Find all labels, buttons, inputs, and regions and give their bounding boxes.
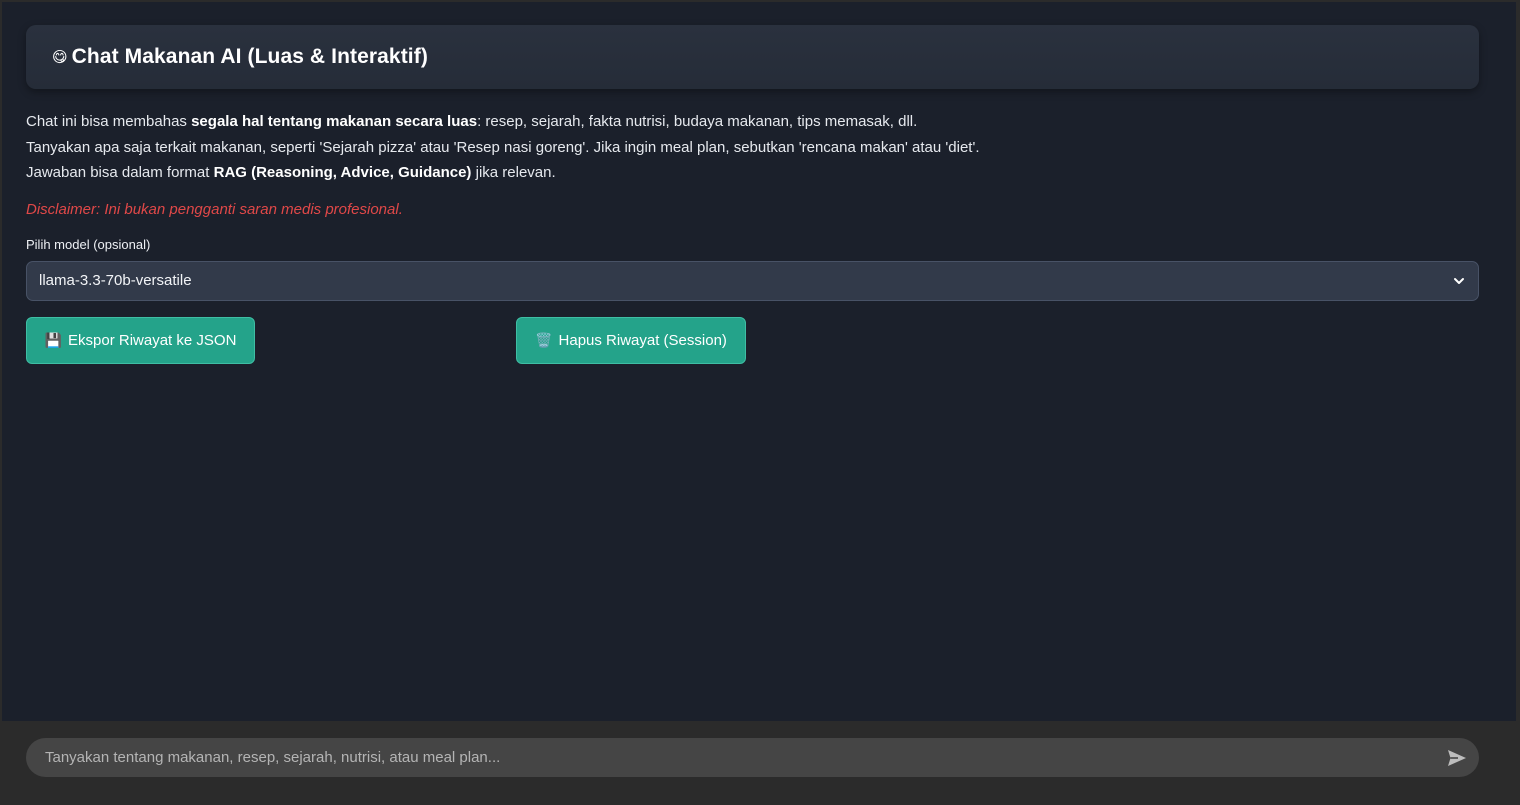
header-card: 😋 Chat Makanan AI (Luas & Interaktif) xyxy=(26,25,1479,89)
description-bold-1: segala hal tentang makanan secara luas xyxy=(191,113,478,130)
chat-input[interactable] xyxy=(43,748,1445,767)
disclaimer-text: Disclaimer: Ini bukan pengganti saran me… xyxy=(26,200,403,218)
description-line-3: Jawaban bisa dalam format RAG (Reasoning… xyxy=(26,164,556,181)
description-bold-3: RAG (Reasoning, Advice, Guidance) xyxy=(213,164,472,181)
clear-history-label: Hapus Riwayat (Session) xyxy=(558,331,727,349)
description-line-1: Chat ini bisa membahas segala hal tentan… xyxy=(26,113,918,130)
model-select[interactable]: llama-3.3-70b-versatile xyxy=(26,260,1479,301)
floppy-disk-icon: 💾 xyxy=(44,331,63,348)
description-line-2: Tanyakan apa saja terkait makanan, seper… xyxy=(26,138,980,156)
app-window: 😋 Chat Makanan AI (Luas & Interaktif) Ch… xyxy=(0,0,1520,805)
send-icon xyxy=(1448,749,1466,766)
chat-input-container xyxy=(26,738,1479,777)
clear-history-button[interactable]: 🗑️ Hapus Riwayat (Session) xyxy=(516,316,746,364)
action-buttons: 💾 Ekspor Riwayat ke JSON 🗑️ Hapus Riwaya… xyxy=(26,316,1479,365)
trash-icon: 🗑️ xyxy=(535,331,553,348)
description: Chat ini bisa membahas segala hal tentan… xyxy=(26,109,1479,186)
model-select-value: llama-3.3-70b-versatile xyxy=(39,272,192,289)
chat-footer xyxy=(2,721,1516,805)
page-title: Chat Makanan AI (Luas & Interaktif) xyxy=(71,45,428,68)
chevron-down-icon xyxy=(1454,277,1464,284)
export-history-button[interactable]: 💾 Ekspor Riwayat ke JSON xyxy=(26,316,255,364)
export-history-label: Ekspor Riwayat ke JSON xyxy=(68,331,237,349)
main-content: 😋 Chat Makanan AI (Luas & Interaktif) Ch… xyxy=(26,25,1479,365)
model-select-label: Pilih model (opsional) xyxy=(26,236,151,252)
yum-emoji-icon: 😋 xyxy=(52,49,68,66)
send-button[interactable] xyxy=(1445,746,1469,770)
